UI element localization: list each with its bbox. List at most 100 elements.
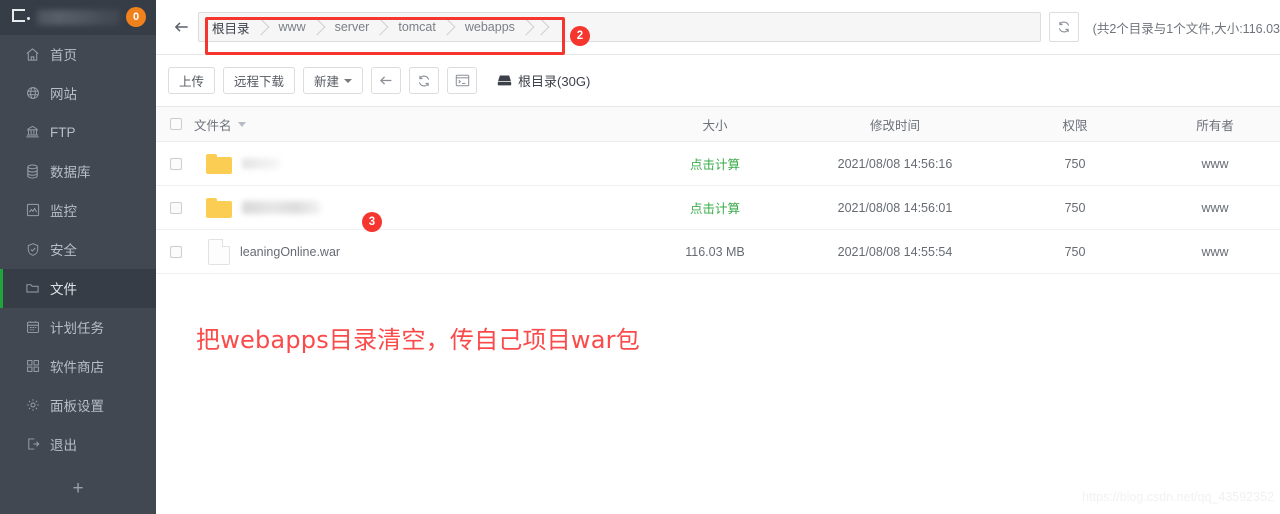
file-perm-cell[interactable]: 750 bbox=[1000, 157, 1150, 171]
grid-icon bbox=[24, 358, 41, 375]
sidebar-item-label: 文件 bbox=[50, 282, 77, 298]
row-checkbox-cell bbox=[156, 201, 192, 214]
file-name-cell[interactable] bbox=[192, 197, 640, 218]
sidebar-add-button[interactable]: + bbox=[0, 464, 156, 514]
select-all-checkbox-cell bbox=[156, 118, 192, 130]
sidebar-item-appstore[interactable]: 软件商店 bbox=[0, 347, 156, 386]
annotation-marker-2: 2 bbox=[570, 26, 590, 46]
calculate-size-link[interactable]: 点击计算 bbox=[690, 158, 740, 172]
file-name-label[interactable]: leaningOnline.war bbox=[240, 245, 340, 259]
notification-badge[interactable]: 0 bbox=[126, 7, 146, 28]
directory-stats: (共2个目录与1个文件,大小:116.03 bbox=[1092, 21, 1280, 36]
file-size-cell[interactable]: 点击计算 bbox=[640, 154, 790, 173]
toolbar-back-button[interactable] bbox=[371, 67, 402, 94]
logout-icon bbox=[24, 436, 41, 453]
sidebar-item-label: 计划任务 bbox=[50, 321, 104, 337]
remote-download-button[interactable]: 远程下载 bbox=[223, 67, 296, 94]
home-icon bbox=[24, 46, 41, 63]
table-row[interactable]: 点击计算 2021/08/08 14:56:01 750 www bbox=[156, 186, 1280, 230]
breadcrumb: 根目录 www server tomcat webapps bbox=[198, 12, 1041, 42]
file-toolbar: 上传 远程下载 新建 根目录(30G) bbox=[156, 55, 1280, 107]
folder-icon bbox=[24, 280, 41, 297]
sidebar-item-ftp[interactable]: FTP bbox=[0, 113, 156, 152]
table-row[interactable]: 点击计算 2021/08/08 14:56:16 750 www bbox=[156, 142, 1280, 186]
sidebar-item-crontab[interactable]: 计划任务 bbox=[0, 308, 156, 347]
row-checkbox[interactable] bbox=[170, 201, 182, 214]
file-name-cell[interactable]: leaningOnline.war bbox=[192, 238, 640, 265]
column-header-filename-label: 文件名 bbox=[194, 118, 232, 133]
sidebar-item-label: 安全 bbox=[50, 243, 77, 259]
sidebar-item-settings[interactable]: 面板设置 bbox=[0, 386, 156, 425]
file-owner-cell[interactable]: www bbox=[1150, 157, 1280, 171]
file-size-cell[interactable]: 点击计算 bbox=[640, 198, 790, 217]
file-name-redacted bbox=[242, 201, 320, 214]
new-button-label: 新建 bbox=[314, 75, 340, 89]
disk-root-label[interactable]: 根目录(30G) bbox=[497, 71, 590, 90]
main-panel: 根目录 www server tomcat webapps (共2个目录与1个文… bbox=[156, 0, 1280, 514]
sidebar-item-monitor[interactable]: 监控 bbox=[0, 191, 156, 230]
file-perm-cell[interactable]: 750 bbox=[1000, 245, 1150, 259]
sidebar-item-home[interactable]: 首页 bbox=[0, 35, 156, 74]
file-manager-app: 0 首页 网站 FTP 数据库 监控 安全 文件 计划任务 软件商店 面板设置 … bbox=[0, 0, 1280, 514]
row-checkbox[interactable] bbox=[170, 245, 182, 258]
sidebar-item-label: 首页 bbox=[50, 48, 77, 64]
column-header-perm[interactable]: 权限 bbox=[1000, 115, 1150, 134]
breadcrumb-item-tomcat[interactable]: tomcat bbox=[385, 13, 452, 41]
toolbar-refresh-button[interactable] bbox=[409, 67, 440, 94]
sidebar-item-label: 网站 bbox=[50, 87, 77, 103]
file-name-redacted bbox=[242, 158, 280, 169]
gear-icon bbox=[24, 397, 41, 414]
annotation-note-text: 把webapps目录清空，传自己项目war包 bbox=[196, 326, 640, 354]
file-mtime-cell: 2021/08/08 14:56:01 bbox=[837, 200, 953, 215]
annotation-marker-3: 3 bbox=[362, 212, 382, 232]
arrow-left-icon[interactable] bbox=[168, 14, 194, 40]
table-header: 文件名 大小 修改时间 权限 所有者 bbox=[156, 107, 1280, 142]
select-all-checkbox[interactable] bbox=[170, 118, 182, 130]
sidebar-item-files[interactable]: 文件 bbox=[0, 268, 156, 308]
file-owner-cell[interactable]: www bbox=[1150, 201, 1280, 215]
column-header-mtime[interactable]: 修改时间 bbox=[790, 115, 1000, 134]
chevron-down-icon bbox=[344, 78, 353, 83]
folder-icon bbox=[206, 197, 232, 218]
sidebar-item-logout[interactable]: 退出 bbox=[0, 425, 156, 464]
sidebar-header: 0 bbox=[0, 0, 156, 35]
new-button[interactable]: 新建 bbox=[303, 67, 364, 94]
disk-icon bbox=[497, 74, 512, 87]
file-mtime-cell: 2021/08/08 14:55:54 bbox=[837, 244, 953, 259]
sidebar-item-label: FTP bbox=[50, 124, 76, 140]
ftp-icon bbox=[24, 124, 41, 141]
sidebar-item-label: 软件商店 bbox=[50, 360, 104, 376]
file-name-cell[interactable] bbox=[192, 153, 640, 174]
sidebar-item-database[interactable]: 数据库 bbox=[0, 152, 156, 191]
column-header-owner[interactable]: 所有者 bbox=[1150, 115, 1280, 134]
column-header-filename[interactable]: 文件名 bbox=[192, 115, 640, 134]
sidebar-menu: 首页 网站 FTP 数据库 监控 安全 文件 计划任务 软件商店 面板设置 退出 bbox=[0, 35, 156, 464]
file-perm-cell[interactable]: 750 bbox=[1000, 201, 1150, 215]
file-owner-cell[interactable]: www bbox=[1150, 245, 1280, 259]
breadcrumb-item-server[interactable]: server bbox=[322, 13, 386, 41]
row-checkbox[interactable] bbox=[170, 157, 182, 170]
breadcrumb-item-www[interactable]: www bbox=[266, 13, 322, 41]
calculate-size-link[interactable]: 点击计算 bbox=[690, 202, 740, 216]
account-name-redacted bbox=[37, 9, 120, 25]
file-table: 文件名 大小 修改时间 权限 所有者 点击计算 2021/08/08 14:56… bbox=[156, 107, 1280, 274]
sidebar: 0 首页 网站 FTP 数据库 监控 安全 文件 计划任务 软件商店 面板设置 … bbox=[0, 0, 156, 514]
table-row[interactable]: leaningOnline.war 116.03 MB 2021/08/08 1… bbox=[156, 230, 1280, 274]
upload-button[interactable]: 上传 bbox=[168, 67, 216, 94]
toolbar-terminal-button[interactable] bbox=[447, 67, 478, 94]
sidebar-item-label: 数据库 bbox=[50, 165, 91, 181]
sidebar-item-label: 面板设置 bbox=[50, 399, 104, 415]
breadcrumb-item-webapps[interactable]: webapps bbox=[452, 13, 531, 41]
path-bar: 根目录 www server tomcat webapps (共2个目录与1个文… bbox=[156, 0, 1280, 55]
column-header-size[interactable]: 大小 bbox=[640, 115, 790, 134]
breadcrumb-item-root[interactable]: 根目录 bbox=[199, 13, 266, 41]
row-checkbox-cell bbox=[156, 245, 192, 258]
folder-icon bbox=[206, 153, 232, 174]
path-refresh-icon[interactable] bbox=[1048, 12, 1079, 42]
file-icon bbox=[208, 238, 230, 265]
file-size-cell: 116.03 MB bbox=[685, 244, 745, 259]
database-icon bbox=[24, 163, 41, 180]
sidebar-item-security[interactable]: 安全 bbox=[0, 230, 156, 269]
sidebar-item-website[interactable]: 网站 bbox=[0, 74, 156, 113]
watermark: https://blog.csdn.net/qq_43592352 bbox=[1082, 490, 1274, 504]
